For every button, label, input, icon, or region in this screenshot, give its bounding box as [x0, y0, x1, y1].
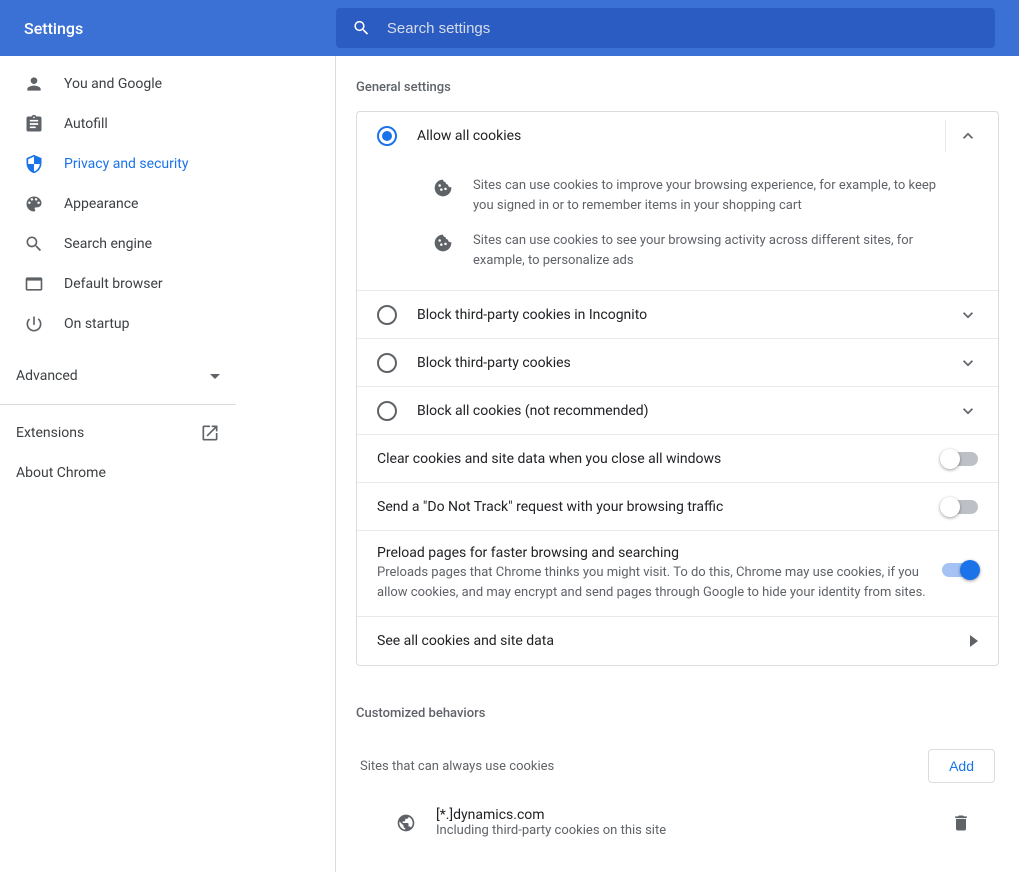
- option-block-incognito[interactable]: Block third-party cookies in Incognito: [357, 291, 998, 339]
- toggle-switch[interactable]: [942, 500, 978, 514]
- search-bar[interactable]: [336, 8, 995, 48]
- toggle-clear-on-close: Clear cookies and site data when you clo…: [357, 435, 998, 483]
- sidebar-item-label: Search engine: [64, 236, 152, 252]
- option-block-third-party[interactable]: Block third-party cookies: [357, 339, 998, 387]
- power-icon: [24, 314, 44, 334]
- globe-icon: [396, 813, 416, 833]
- divider: [0, 404, 236, 405]
- sidebar-item-label: You and Google: [64, 76, 162, 92]
- sidebar-item-label: Default browser: [64, 276, 163, 292]
- radio-block-all[interactable]: [377, 401, 397, 421]
- toggle-label: Clear cookies and site data when you clo…: [377, 451, 942, 467]
- toggle-do-not-track: Send a "Do Not Track" request with your …: [357, 483, 998, 531]
- web-icon: [24, 274, 44, 294]
- sidebar: You and Google Autofill Privacy and secu…: [0, 56, 336, 872]
- sidebar-item-label: Autofill: [64, 116, 108, 132]
- see-all-cookies[interactable]: See all cookies and site data: [357, 617, 998, 665]
- sidebar-item-you-and-google[interactable]: You and Google: [0, 64, 335, 104]
- extensions-label: Extensions: [16, 425, 84, 441]
- palette-icon: [24, 194, 44, 214]
- toggle-switch[interactable]: [942, 563, 978, 577]
- preload-title: Preload pages for faster browsing and se…: [377, 545, 926, 561]
- general-card: Allow all cookies Sites can use cookies …: [356, 111, 999, 666]
- chevron-down-icon[interactable]: [958, 401, 978, 421]
- site-row: [*.]dynamics.com Including third-party c…: [356, 799, 999, 846]
- option-label: Block third-party cookies in Incognito: [417, 307, 958, 323]
- toggle-label: Send a "Do Not Track" request with your …: [377, 499, 942, 515]
- cookie-icon: [433, 233, 453, 253]
- site-text: [*.]dynamics.com Including third-party c…: [436, 807, 951, 838]
- sidebar-item-on-startup[interactable]: On startup: [0, 304, 335, 344]
- chevron-down-icon[interactable]: [958, 305, 978, 325]
- sites-always-label: Sites that can always use cookies: [360, 759, 554, 774]
- see-all-label: See all cookies and site data: [377, 633, 970, 649]
- sidebar-item-privacy[interactable]: Privacy and security: [0, 144, 335, 184]
- about-label: About Chrome: [16, 465, 106, 481]
- option-label: Block all cookies (not recommended): [417, 403, 958, 419]
- advanced-toggle[interactable]: Advanced: [0, 356, 244, 396]
- sidebar-item-default-browser[interactable]: Default browser: [0, 264, 335, 304]
- cookie-icon: [433, 178, 453, 198]
- main: You and Google Autofill Privacy and secu…: [0, 56, 1019, 872]
- open-in-new-icon: [200, 423, 220, 443]
- person-icon: [24, 74, 44, 94]
- option-block-all[interactable]: Block all cookies (not recommended): [357, 387, 998, 435]
- toggle-switch[interactable]: [942, 452, 978, 466]
- desc-row-2: Sites can use cookies to see your browsi…: [393, 223, 998, 278]
- header: Settings: [0, 0, 1019, 56]
- sites-always-header: Sites that can always use cookies Add: [356, 749, 999, 783]
- sidebar-item-label: Appearance: [64, 196, 138, 212]
- advanced-label: Advanced: [16, 368, 78, 384]
- sidebar-item-extensions[interactable]: Extensions: [0, 413, 244, 453]
- arrow-right-icon: [970, 635, 978, 647]
- sidebar-item-label: On startup: [64, 316, 130, 332]
- option-label: Allow all cookies: [417, 128, 933, 144]
- content: General settings Allow all cookies Sites…: [336, 56, 1019, 872]
- desc-row-1: Sites can use cookies to improve your br…: [393, 168, 998, 223]
- assignment-icon: [24, 114, 44, 134]
- site-note: Including third-party cookies on this si…: [436, 823, 951, 838]
- preload-desc: Preloads pages that Chrome thinks you mi…: [377, 563, 926, 602]
- chevron-up-icon[interactable]: [958, 126, 978, 146]
- section-title-general: General settings: [356, 80, 999, 95]
- custom-subsection: Sites that can always use cookies Add [*…: [356, 749, 999, 846]
- chevron-down-icon[interactable]: [958, 353, 978, 373]
- radio-block-third-party[interactable]: [377, 353, 397, 373]
- sidebar-item-label: Privacy and security: [64, 156, 188, 172]
- radio-allow-all[interactable]: [377, 126, 397, 146]
- sidebar-item-search-engine[interactable]: Search engine: [0, 224, 335, 264]
- option-label: Block third-party cookies: [417, 355, 958, 371]
- page-title: Settings: [0, 19, 336, 38]
- desc-text: Sites can use cookies to improve your br…: [473, 176, 978, 215]
- search-input[interactable]: [387, 20, 979, 37]
- option-descriptions: Sites can use cookies to improve your br…: [357, 160, 998, 291]
- shield-icon: [24, 154, 44, 174]
- add-button[interactable]: Add: [928, 749, 995, 783]
- section-title-custom: Customized behaviors: [356, 706, 999, 721]
- sidebar-item-about[interactable]: About Chrome: [0, 453, 244, 493]
- search-icon: [24, 234, 44, 254]
- sidebar-item-autofill[interactable]: Autofill: [0, 104, 335, 144]
- option-allow-all[interactable]: Allow all cookies: [357, 112, 998, 160]
- desc-text: Sites can use cookies to see your browsi…: [473, 231, 978, 270]
- sidebar-item-appearance[interactable]: Appearance: [0, 184, 335, 224]
- trash-icon[interactable]: [951, 813, 971, 833]
- toggle-preload: Preload pages for faster browsing and se…: [357, 531, 998, 617]
- radio-block-incognito[interactable]: [377, 305, 397, 325]
- arrow-drop-down-icon: [210, 374, 220, 379]
- site-domain: [*.]dynamics.com: [436, 807, 951, 823]
- search-icon: [352, 18, 371, 38]
